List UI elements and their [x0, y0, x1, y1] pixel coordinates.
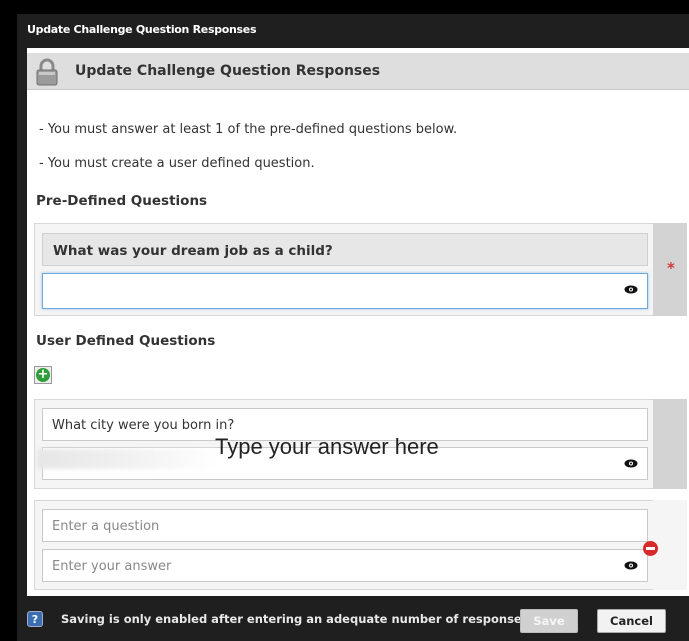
user-question-sidebar [653, 399, 687, 489]
eye-icon[interactable] [624, 459, 638, 468]
new-question-input[interactable]: Enter a question [42, 509, 648, 542]
rule-text: - You must answer at least 1 of the pre-… [39, 122, 458, 137]
rule-text: - You must create a user defined questio… [39, 156, 315, 171]
footer: ? Saving is only enabled after entering … [17, 596, 689, 641]
help-icon[interactable]: ? [27, 611, 43, 627]
new-answer-input[interactable]: Enter your answer [42, 549, 648, 582]
question-value: What city were you born in? [52, 418, 235, 433]
question-placeholder: Enter a question [52, 519, 160, 534]
predefined-question-label: What was your dream job as a child? [42, 233, 648, 266]
redacted-answer [37, 449, 217, 469]
header-title: Update Challenge Question Responses [75, 63, 381, 79]
footer-message: Saving is only enabled after entering an… [61, 612, 529, 626]
add-question-button[interactable]: + [34, 366, 52, 384]
save-button[interactable]: Save [520, 609, 578, 633]
title-bar: Update Challenge Question Responses [17, 14, 689, 48]
predefined-section-title: Pre-Defined Questions [36, 193, 208, 209]
dialog-content: Update Challenge Question Responses - Yo… [27, 48, 689, 596]
cancel-button[interactable]: Cancel [597, 609, 666, 633]
answer-overlay-text: Type your answer here [215, 434, 439, 459]
eye-icon[interactable] [624, 561, 638, 570]
user-defined-section-title: User Defined Questions [36, 333, 216, 349]
eye-icon[interactable] [624, 285, 638, 294]
user-question-sidebar [653, 500, 687, 590]
predefined-answer-input[interactable] [42, 273, 648, 309]
dialog: Update Challenge Question Responses Upda… [17, 14, 689, 641]
plus-icon: + [36, 367, 50, 382]
required-mark: * [667, 259, 675, 277]
window-title: Update Challenge Question Responses [27, 23, 257, 36]
lock-icon [35, 58, 59, 90]
section-header: Update Challenge Question Responses [27, 53, 689, 90]
answer-placeholder: Enter your answer [52, 559, 172, 574]
remove-question-button[interactable] [643, 541, 658, 556]
